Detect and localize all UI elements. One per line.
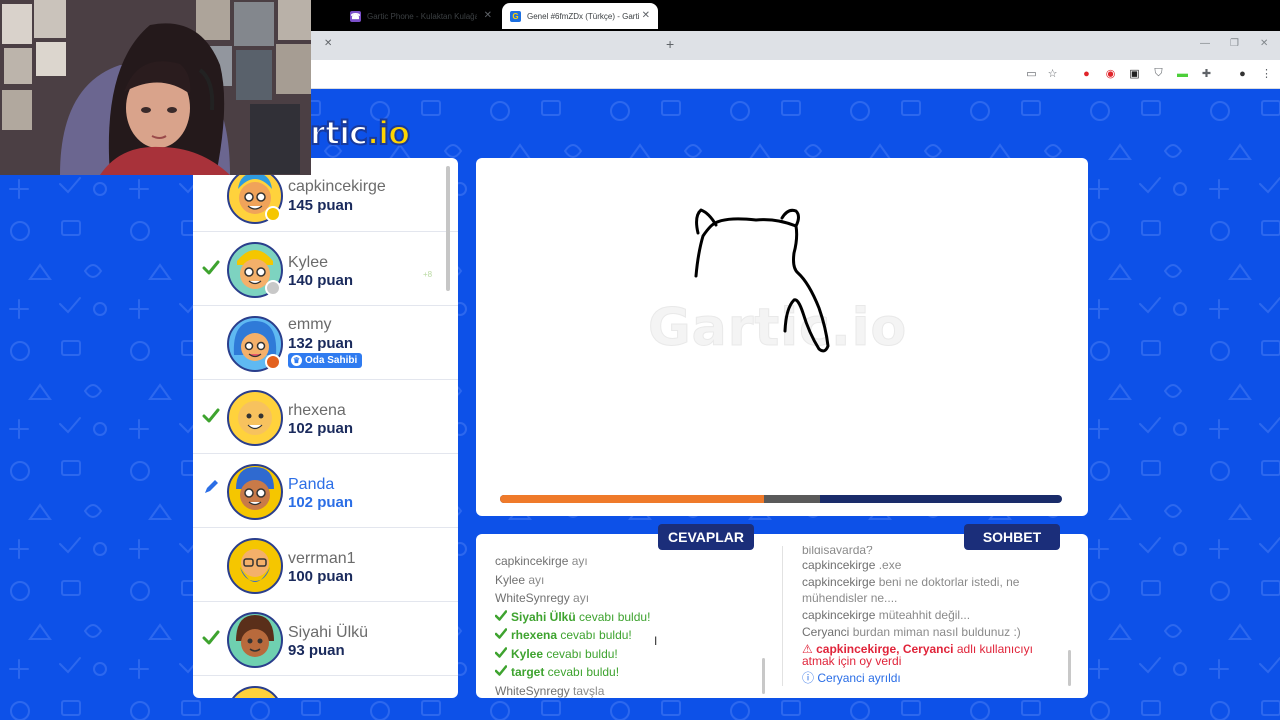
battery-icon[interactable]: ▬ xyxy=(1176,67,1189,80)
player-name: capkincekirge xyxy=(288,178,386,195)
answers-header: CEVAPLAR xyxy=(658,524,754,550)
chat-message: Ceryanci burdan miman nasıl buldunuz :) xyxy=(802,624,1021,639)
answer-item: capkincekirge ayı xyxy=(495,554,588,568)
tab-title: Genel #6fmZDx (Türkçe) - Gartic xyxy=(527,11,639,21)
player-row: rhexena 102 puan xyxy=(193,380,458,454)
players-scrollbar[interactable] xyxy=(446,166,450,291)
points-gain: +8 xyxy=(423,270,433,279)
player-row: Panda 102 puan xyxy=(193,454,458,528)
answer-item: target cevabı buldu! xyxy=(495,663,765,682)
status-dot xyxy=(265,206,281,222)
new-tab-icon[interactable]: + xyxy=(666,36,674,52)
player-points: 140 puan xyxy=(288,272,354,289)
chat-scrollbar[interactable] xyxy=(1068,650,1071,686)
answers-chat-panel: capkincekirge ayı Kylee ayı WhiteSynregy a… xyxy=(476,534,1088,698)
text-cursor-icon: I xyxy=(654,634,658,648)
check-icon xyxy=(495,609,507,621)
chat-message: capkincekirge .exe xyxy=(802,558,902,572)
check-icon xyxy=(202,260,220,275)
tab-gartic-io[interactable]: G Genel #6fmZDx (Türkçe) - Gartic ✕ xyxy=(502,3,658,29)
player-row: Kylee 140 puan +8 xyxy=(193,232,458,306)
player-avatar xyxy=(227,612,283,668)
player-row: Siyahi Ülkü 93 puan xyxy=(193,602,458,676)
status-dot xyxy=(265,354,281,370)
tab-close-icon[interactable]: ✕ xyxy=(642,10,650,21)
shield-icon[interactable]: ⛉ xyxy=(1152,67,1165,80)
timer-fill xyxy=(500,495,765,503)
answers-scrollbar[interactable] xyxy=(762,658,765,694)
timer-gray-segment xyxy=(764,495,821,503)
check-icon xyxy=(495,665,507,676)
player-points: 102 puan xyxy=(288,494,354,511)
drawing-canvas[interactable]: Gartic.io xyxy=(476,158,1088,516)
check-icon xyxy=(495,646,507,658)
minimize-icon[interactable]: — xyxy=(1200,38,1210,49)
gartic-logo[interactable]: rtic.io xyxy=(309,113,411,153)
player-avatar xyxy=(232,686,278,698)
opera-icon[interactable]: ● xyxy=(1080,67,1093,80)
player-row: verrman1 100 puan xyxy=(193,528,458,602)
pencil-icon xyxy=(205,480,218,493)
gartic-phone-icon: ☎ xyxy=(350,10,361,22)
tab-gartic-phone[interactable]: ☎ Gartic Phone - Kulaktan Kulağa ✕ xyxy=(342,3,500,29)
player-name: Siyahi Ülkü xyxy=(288,624,369,641)
gartic-io-icon: G xyxy=(510,10,521,22)
answer-item: Kylee cevabı buldu! xyxy=(495,645,765,664)
chat-message: capkincekirge müteahhit değil... xyxy=(802,607,971,622)
maximize-icon[interactable]: ❐ xyxy=(1230,38,1239,49)
check-icon xyxy=(202,630,220,645)
player-avatar xyxy=(227,390,283,446)
player-name: verrman1 xyxy=(288,550,356,567)
player-avatar xyxy=(227,242,283,298)
player-avatar xyxy=(227,464,283,520)
cast-icon[interactable]: ▭ xyxy=(1025,67,1038,80)
extension-icon[interactable]: ▣ xyxy=(1128,67,1141,80)
player-avatar xyxy=(227,316,283,372)
player-row xyxy=(193,676,458,698)
menu-icon[interactable]: ⋮ xyxy=(1260,67,1273,80)
player-points: 132 puan xyxy=(288,335,354,352)
tab-close-icon[interactable]: ✕ xyxy=(484,10,492,21)
drawing-strokes xyxy=(694,208,830,353)
chat-message: capkincekirge beni ne doktorlar istedi, … xyxy=(802,575,1020,605)
player-points: 102 puan xyxy=(288,420,354,437)
answer-item: rhexena cevabı buldu! xyxy=(495,626,765,645)
answer-item: Kylee ayı xyxy=(495,572,545,587)
window-close-icon[interactable]: ✕ xyxy=(1260,38,1268,49)
answer-item: Siyahi Ülkü cevabı buldu! xyxy=(495,608,765,627)
tab-title: Gartic Phone - Kulaktan Kulağa xyxy=(367,11,477,21)
chat-list: bilgisayarda? capkincekirge .exe capkince… xyxy=(802,546,1068,687)
answers-list: capkincekirge ayı Kylee ayı WhiteSynregy a… xyxy=(495,552,765,700)
answer-item: WhiteSynregy tavşla xyxy=(495,683,605,698)
players-panel: capkincekirge 145 puan Kylee 140 puan +8… xyxy=(193,158,458,698)
player-name: emmy xyxy=(288,316,332,333)
player-points: 100 puan xyxy=(288,568,354,585)
round-timer-bar xyxy=(500,495,1062,503)
player-name: rhexena xyxy=(288,402,346,419)
status-dot xyxy=(265,280,281,296)
player-name: Panda xyxy=(288,476,335,493)
tab-close-icon[interactable]: ✕ xyxy=(324,38,332,49)
answer-item: WhiteSynregy ayı xyxy=(495,591,590,605)
player-avatar xyxy=(227,168,283,224)
player-row: emmy 132 puan ♛ Oda Sahibi xyxy=(193,306,458,380)
player-points: 145 puan xyxy=(288,197,354,214)
chat-header: SOHBET xyxy=(964,524,1060,550)
puzzle-icon[interactable]: ✚ xyxy=(1200,67,1213,80)
player-left-message: ⓘ Ceryanci ayrıldı xyxy=(802,671,901,685)
player-name: Kylee xyxy=(288,254,329,271)
info-icon: ⓘ xyxy=(802,671,815,685)
streamer-webcam xyxy=(0,0,311,175)
panel-divider xyxy=(782,546,783,686)
check-icon xyxy=(495,628,507,639)
player-points: 93 puan xyxy=(288,642,345,659)
room-owner-badge: ♛ Oda Sahibi xyxy=(288,353,363,368)
check-icon xyxy=(202,408,220,423)
vote-kick-message: ⚠ capkincekirge, Ceryanci adlı kullanıcı… xyxy=(802,642,1033,668)
player-avatar xyxy=(227,538,283,594)
crown-icon: ♛ xyxy=(291,355,302,366)
star-icon[interactable]: ☆ xyxy=(1046,67,1059,80)
record-icon[interactable]: ◉ xyxy=(1104,67,1117,80)
profile-icon[interactable]: ● xyxy=(1236,67,1249,80)
